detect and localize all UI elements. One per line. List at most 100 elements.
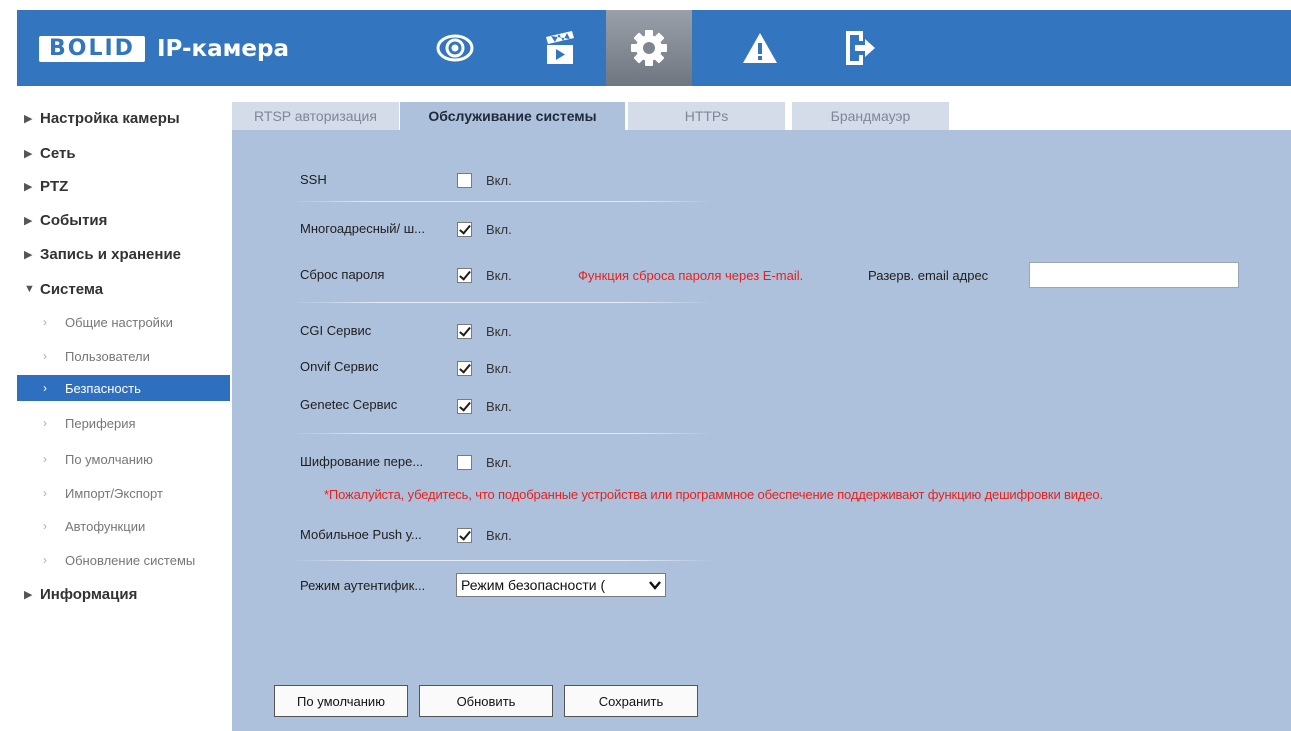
tab-system-maintenance[interactable]: Обслуживание системы (400, 102, 626, 130)
tab-bar: RTSP авторизация Обслуживание системы HT… (232, 102, 1291, 130)
sidebar-item-label: Запись и хранение (40, 245, 182, 263)
triangle-right-icon: ▶ (24, 147, 33, 160)
divider (292, 560, 712, 561)
sidebar: ▶ Настройка камеры ▶ Сеть ▶ PTZ ▶ Событи… (17, 96, 232, 731)
triangle-right-icon: ▶ (24, 180, 33, 193)
chevron-right-icon: › (43, 519, 47, 533)
sidebar-item-label: Информация (40, 585, 138, 603)
chevron-right-icon: › (43, 349, 47, 363)
auth-mode-label: Режим аутентифик... (300, 578, 426, 593)
genetec-service-checkbox[interactable] (457, 399, 472, 414)
chevron-right-icon: › (43, 553, 47, 567)
sidebar-subitem-label: Автофункции (65, 518, 146, 534)
triangle-right-icon: ▶ (24, 214, 33, 227)
divider (292, 433, 712, 434)
sidebar-subitem-import-export[interactable]: › Импорт/Экспорт (17, 480, 230, 506)
ssh-on-label: Вкл. (486, 173, 512, 188)
cgi-service-label: CGI Сервис (300, 323, 372, 338)
sidebar-item-ptz[interactable]: ▶ PTZ (17, 171, 232, 201)
tab-firewall[interactable]: Брандмауэр (792, 102, 950, 130)
eye-icon[interactable] (412, 10, 498, 86)
sidebar-item-label: Сеть (40, 144, 76, 162)
sidebar-item-label: PTZ (40, 177, 69, 195)
multicast-label: Многоадресный/ ш... (300, 221, 425, 236)
cgi-service-on-label: Вкл. (486, 324, 512, 339)
sidebar-item-storage[interactable]: ▶ Запись и хранение (17, 239, 232, 269)
backup-email-label: Разерв. email адрес (868, 268, 989, 283)
password-reset-checkbox[interactable] (457, 268, 472, 283)
save-button[interactable]: Сохранить (564, 685, 698, 717)
sidebar-item-information[interactable]: ▶ Информация (17, 579, 232, 609)
sidebar-subitem-label: Безпасность (65, 380, 141, 396)
sidebar-subitem-users[interactable]: › Пользователи (17, 343, 230, 369)
tab-https[interactable]: HTTPs (628, 102, 786, 130)
sidebar-subitem-label: Обновление системы (65, 552, 196, 568)
sidebar-item-camera-settings[interactable]: ▶ Настройка камеры (17, 103, 232, 133)
triangle-right-icon: ▶ (24, 112, 33, 125)
refresh-button[interactable]: Обновить (419, 685, 553, 717)
clapperboard-icon[interactable] (517, 10, 603, 86)
logo-title: IP-камера (156, 36, 290, 62)
chevron-right-icon: › (43, 486, 47, 500)
multicast-on-label: Вкл. (486, 222, 512, 237)
gear-icon[interactable] (606, 10, 692, 86)
divider (292, 201, 712, 202)
default-button[interactable]: По умолчанию (274, 685, 408, 717)
password-reset-on-label: Вкл. (486, 268, 512, 283)
password-reset-note: Функция сброса пароля через E-mail. (578, 268, 804, 283)
cgi-service-checkbox[interactable] (457, 324, 472, 339)
sidebar-item-events[interactable]: ▶ События (17, 205, 232, 235)
triangle-down-icon: ▼ (24, 283, 35, 295)
sidebar-subitem-label: Периферия (65, 415, 136, 431)
logout-icon[interactable] (817, 10, 903, 86)
sidebar-item-network[interactable]: ▶ Сеть (17, 138, 232, 168)
ssh-checkbox[interactable] (457, 173, 472, 188)
triangle-right-icon: ▶ (24, 248, 33, 261)
encryption-warning: *Пожалуйста, убедитесь, что подобранные … (324, 487, 1103, 502)
encryption-checkbox[interactable] (457, 455, 472, 470)
sidebar-subitem-label: Общие настройки (65, 314, 173, 330)
onvif-service-checkbox[interactable] (457, 361, 472, 376)
backup-email-field[interactable] (1029, 262, 1239, 288)
sidebar-subitem-default[interactable]: › По умолчанию (17, 446, 230, 472)
sidebar-subitem-label: Пользователи (65, 348, 150, 364)
genetec-service-on-label: Вкл. (486, 399, 512, 414)
sidebar-item-label: События (40, 211, 108, 229)
encryption-label: Шифрование пере... (300, 454, 424, 469)
sidebar-subitem-security[interactable]: › Безпасность (17, 375, 230, 401)
chevron-right-icon: › (43, 381, 47, 395)
sidebar-subitem-general[interactable]: › Общие настройки (17, 309, 230, 335)
onvif-service-label: Onvif Сервис (300, 359, 379, 374)
sidebar-subitem-system-update[interactable]: › Обновление системы (17, 547, 230, 573)
top-header: BOLID IP-камера (17, 10, 1291, 86)
auth-mode-value: Режим безопасности ( (461, 577, 606, 593)
genetec-service-label: Genetec Сервис (300, 397, 398, 412)
sidebar-item-system[interactable]: ▼ Система (17, 274, 232, 304)
sidebar-subitem-label: По умолчанию (65, 451, 153, 467)
encryption-on-label: Вкл. (486, 455, 512, 470)
chevron-right-icon: › (43, 452, 47, 466)
password-reset-label: Сброс пароля (300, 267, 385, 282)
sidebar-subitem-auto-functions[interactable]: › Автофункции (17, 513, 230, 539)
sidebar-subitem-label: Импорт/Экспорт (65, 485, 163, 501)
tab-rtsp-auth[interactable]: RTSP авторизация (232, 102, 400, 130)
sidebar-item-label: Система (40, 280, 104, 298)
ssh-label: SSH (300, 172, 327, 187)
triangle-right-icon: ▶ (24, 588, 33, 601)
divider (292, 302, 712, 303)
logo-brand: BOLID (39, 36, 145, 62)
auth-mode-select[interactable]: Режим безопасности ( (456, 573, 666, 597)
sidebar-subitem-peripherals[interactable]: › Периферия (17, 410, 230, 436)
logo: BOLID IP-камера (39, 35, 289, 63)
warning-icon[interactable] (717, 10, 803, 86)
mobile-push-on-label: Вкл. (486, 528, 512, 543)
mobile-push-checkbox[interactable] (457, 528, 472, 543)
chevron-right-icon: › (43, 315, 47, 329)
chevron-right-icon: › (43, 416, 47, 430)
settings-panel: SSH Вкл. Многоадресный/ ш... Вкл. Сброс … (232, 130, 1291, 731)
multicast-checkbox[interactable] (457, 222, 472, 237)
onvif-service-on-label: Вкл. (486, 361, 512, 376)
chevron-down-icon (648, 577, 662, 596)
sidebar-item-label: Настройка камеры (40, 109, 180, 127)
mobile-push-label: Мобильное Push у... (300, 527, 422, 542)
